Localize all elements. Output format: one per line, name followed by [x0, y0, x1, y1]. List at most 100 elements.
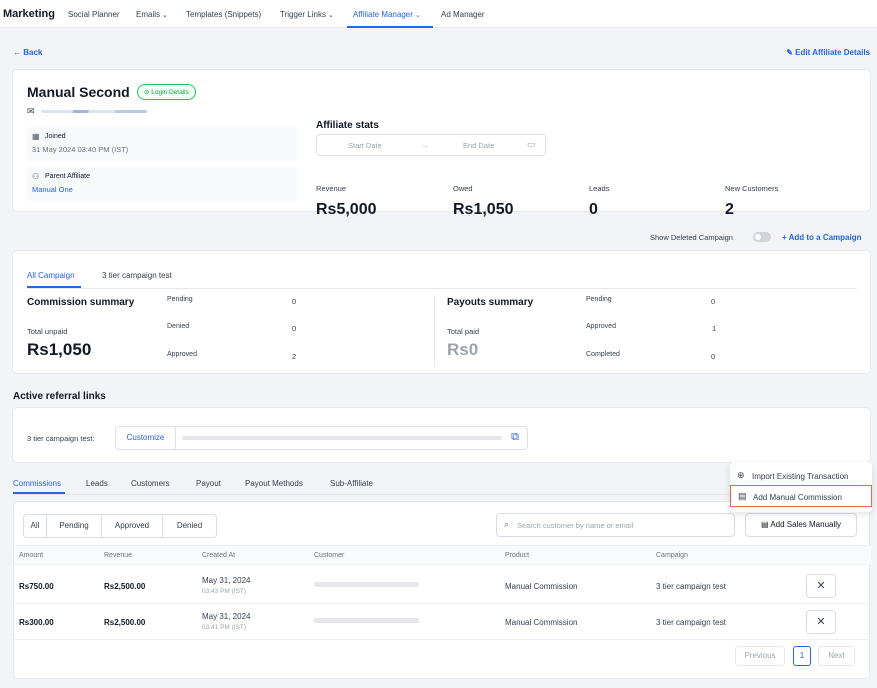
- campaign-summary-card: All Campaign 3 tier campaign test Commis…: [12, 250, 871, 374]
- joined-value: 31 May 2024 03:40 PM (IST): [32, 145, 129, 154]
- top-nav: Marketing Social Planner Emails ⌄ Templat…: [0, 0, 877, 28]
- close-icon: ✕: [816, 616, 826, 628]
- nav-social-planner[interactable]: Social Planner: [68, 10, 120, 19]
- table-row: Rs750.00 Rs2,500.00 May 31, 2024 03:43 P…: [14, 568, 871, 604]
- close-icon: ✕: [816, 580, 826, 592]
- total-paid-label: Total paid: [447, 327, 480, 336]
- pagination-page-1[interactable]: 1: [793, 646, 811, 666]
- active-referral-links-title: Active referral links: [13, 391, 106, 402]
- login-details-badge[interactable]: ⊘ Login Details: [137, 84, 196, 100]
- tab-sub-affiliate[interactable]: Sub-Affiliate: [330, 479, 373, 488]
- tab-commissions[interactable]: Commissions: [13, 479, 61, 488]
- search-input[interactable]: ⌕ Search customer by name or email: [496, 513, 735, 537]
- joined-label: Joined: [45, 133, 66, 140]
- date-range-picker[interactable]: Start Date → End Date ▭: [316, 134, 546, 156]
- stat-revenue-value: Rs5,000: [316, 201, 377, 218]
- row-date: May 31, 2024: [202, 612, 251, 621]
- stat-leads-value: 0: [589, 201, 598, 218]
- plus-icon: +: [782, 233, 787, 242]
- th-product: Product: [505, 552, 530, 559]
- summary-divider: [434, 295, 435, 367]
- link-icon: ⊘: [144, 89, 150, 96]
- row-time: 03:41 PM (IST): [202, 624, 247, 631]
- filter-denied[interactable]: Denied: [162, 514, 217, 538]
- tab-divider: [27, 288, 857, 289]
- customer-redacted: [314, 618, 419, 623]
- referral-links-card: 3 tier campaign test: Customize ⧉: [12, 407, 871, 463]
- payout-approved-value: 1: [712, 324, 717, 333]
- nav-trigger-links[interactable]: Trigger Links ⌄: [280, 10, 334, 19]
- chevron-down-icon: ⌄: [327, 12, 334, 19]
- filter-approved[interactable]: Approved: [101, 514, 163, 538]
- back-link[interactable]: ← Back: [13, 48, 42, 57]
- payout-pending-value: 0: [711, 297, 716, 306]
- filter-all[interactable]: All: [23, 514, 47, 538]
- tab-all-campaign[interactable]: All Campaign: [27, 271, 75, 280]
- tab-payout[interactable]: Payout: [196, 479, 221, 488]
- nav-ad-manager[interactable]: Ad Manager: [441, 10, 485, 19]
- joined-box: ▦ Joined 31 May 2024 03:40 PM (IST): [27, 127, 298, 161]
- row-amount: Rs750.00: [19, 582, 54, 591]
- chevron-down-icon: ⌄: [414, 12, 421, 19]
- chevron-down-icon: ⌄: [162, 12, 168, 19]
- commissions-card: All Pending Approved Denied ⌕ Search cus…: [13, 501, 871, 679]
- table-row: Rs300.00 Rs2,500.00 May 31, 2024 03:41 P…: [14, 604, 871, 640]
- stat-leads-label: Leads: [589, 184, 610, 193]
- row-revenue: Rs2,500.00: [104, 582, 146, 591]
- customize-button[interactable]: Customize: [116, 427, 176, 449]
- commission-pending-value: 0: [292, 297, 297, 306]
- end-date-input[interactable]: End Date: [463, 141, 494, 150]
- nav-affiliate-manager[interactable]: Affiliate Manager ⌄: [353, 10, 421, 19]
- pagination-next[interactable]: Next: [818, 646, 855, 666]
- table-header: Amount Revenue Created At Customer Produ…: [14, 545, 871, 565]
- filter-pending[interactable]: Pending: [46, 514, 102, 538]
- th-campaign: Campaign: [656, 552, 688, 559]
- th-amount: Amount: [19, 552, 44, 559]
- receipt-icon: ▤: [760, 520, 769, 529]
- affiliate-profile-card: Manual Second ⊘ Login Details ✉ ▦ Joined…: [12, 69, 871, 218]
- row-amount: Rs300.00: [19, 618, 54, 627]
- tab-leads[interactable]: Leads: [86, 479, 108, 488]
- nav-templates[interactable]: Templates (Snippets): [186, 10, 261, 19]
- pagination-previous[interactable]: Previous: [735, 646, 785, 666]
- commission-summary-title: Commission summary: [27, 297, 135, 308]
- row-campaign: 3 tier campaign test: [656, 582, 726, 591]
- commission-denied-label: Denied: [167, 323, 190, 330]
- calendar-icon: ▦: [32, 132, 40, 141]
- delete-row-button[interactable]: ✕: [806, 574, 836, 598]
- commission-denied-value: 0: [292, 324, 297, 333]
- tab-payout-methods[interactable]: Payout Methods: [245, 479, 303, 488]
- referral-link-field: Customize ⧉: [115, 426, 528, 450]
- affiliate-stats-title: Affiliate stats: [316, 120, 379, 131]
- brand-title: Marketing: [3, 8, 55, 20]
- start-date-input[interactable]: Start Date: [348, 141, 382, 150]
- user-add-icon: ⚇: [32, 172, 40, 181]
- nav-emails[interactable]: Emails ⌄: [136, 10, 168, 19]
- payout-pending-label: Pending: [586, 296, 612, 303]
- stat-owed-label: Owed: [453, 184, 473, 193]
- copy-icon[interactable]: ⧉: [511, 431, 519, 444]
- mail-icon: ✉: [27, 106, 35, 116]
- affiliate-name: Manual Second: [27, 84, 130, 100]
- edit-affiliate-link[interactable]: ✎ Edit Affiliate Details: [786, 48, 870, 57]
- tab-customers[interactable]: Customers: [131, 479, 170, 488]
- import-transaction-item[interactable]: ⊕ Import Existing Transaction: [730, 465, 872, 487]
- add-sales-manually-button[interactable]: ▤ Add Sales Manually: [745, 513, 857, 537]
- tab-3-tier-campaign[interactable]: 3 tier campaign test: [102, 271, 172, 280]
- delete-row-button[interactable]: ✕: [806, 610, 836, 634]
- add-to-campaign-link[interactable]: + Add to a Campaign: [782, 233, 862, 242]
- th-revenue: Revenue: [104, 552, 133, 559]
- commission-approved-label: Approved: [167, 351, 197, 358]
- parent-affiliate-box: ⚇ Parent Affiliate Manual One: [27, 167, 298, 201]
- payout-approved-label: Approved: [586, 323, 616, 330]
- add-manual-commission-item[interactable]: ▤ Add Manual Commission: [730, 485, 872, 507]
- commission-approved-value: 2: [292, 352, 297, 361]
- parent-affiliate-link[interactable]: Manual One: [32, 185, 73, 194]
- receipt-icon: ▤: [738, 491, 747, 501]
- tab-active-indicator: [27, 286, 81, 288]
- show-deleted-toggle[interactable]: [753, 232, 771, 242]
- calendar-icon: ▭: [527, 139, 536, 149]
- pencil-icon: ✎: [786, 48, 793, 57]
- referral-campaign-label: 3 tier campaign test:: [27, 434, 95, 443]
- search-icon: ⌕: [504, 519, 510, 529]
